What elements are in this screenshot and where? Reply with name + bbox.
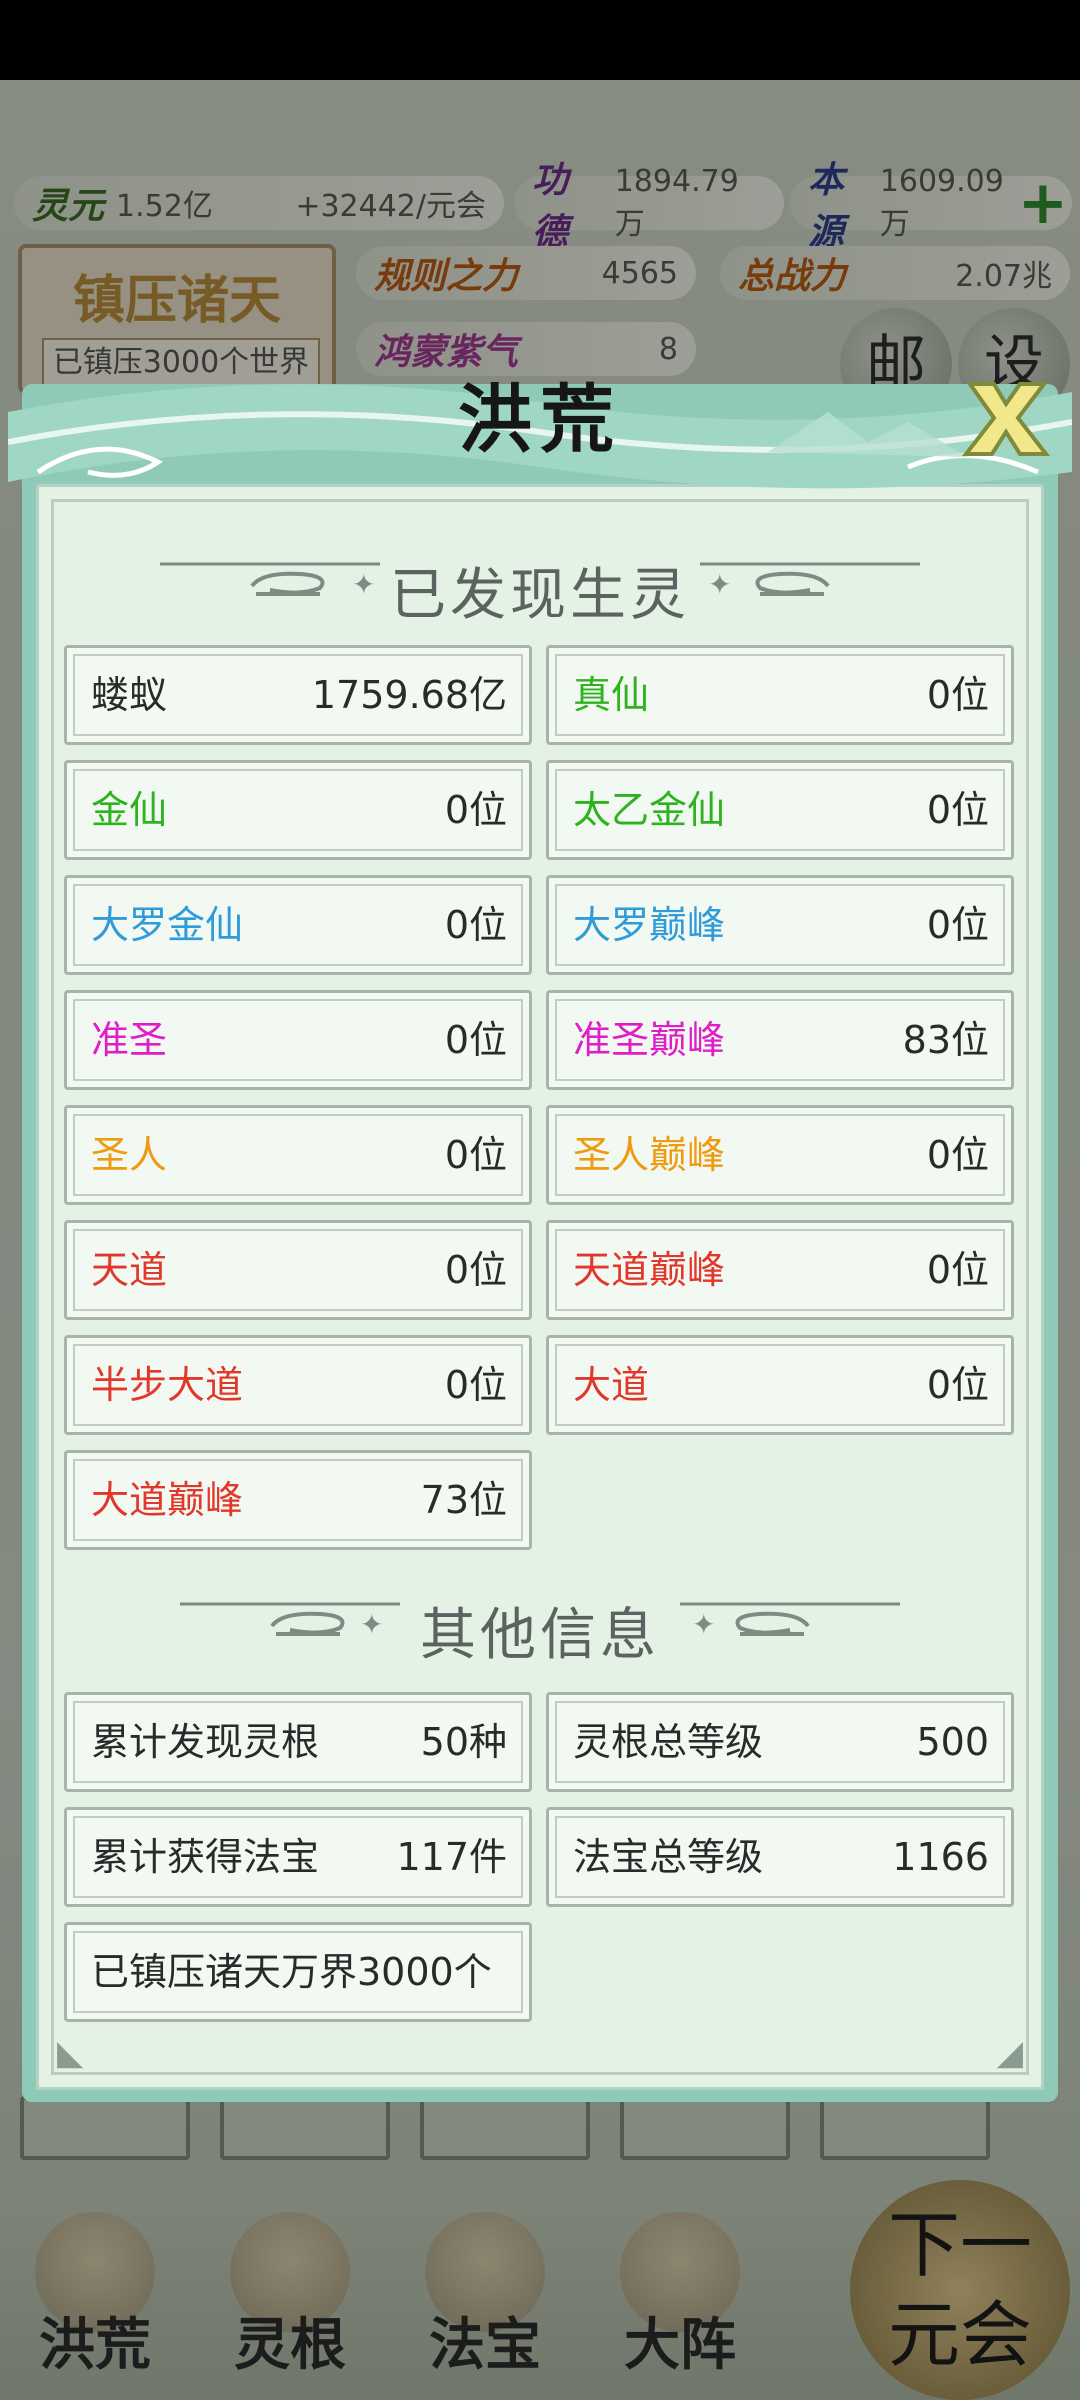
corner-ornament-icon: ◣ xyxy=(57,2033,84,2073)
info-value: 117件 xyxy=(396,1835,507,1879)
section-title-creatures: 已发现生灵 xyxy=(390,563,690,628)
creature-count: 0位 xyxy=(444,903,507,947)
creature-count: 73位 xyxy=(420,1478,507,1522)
creature-cell: 大道 0位 xyxy=(546,1335,1014,1435)
creature-cell: 半步大道 0位 xyxy=(64,1335,532,1435)
creature-count: 0位 xyxy=(926,673,989,717)
creature-name: 大罗金仙 xyxy=(91,903,244,947)
creature-name: 大罗巅峰 xyxy=(573,903,726,947)
creature-count: 0位 xyxy=(926,1363,989,1407)
creature-count: 0位 xyxy=(444,1363,507,1407)
creature-name: 蝼蚁 xyxy=(91,673,168,717)
creature-name: 天道巅峰 xyxy=(573,1248,726,1292)
creature-name: 半步大道 xyxy=(91,1363,244,1407)
creature-name: 准圣巅峰 xyxy=(573,1018,726,1062)
creature-cell: 太乙金仙 0位 xyxy=(546,760,1014,860)
creature-cell: 大道巅峰 73位 xyxy=(64,1450,532,1550)
info-name: 累计获得法宝 xyxy=(91,1835,320,1879)
info-name: 灵根总等级 xyxy=(573,1720,764,1764)
creature-cell: 蝼蚁 1759.68亿 xyxy=(64,645,532,745)
section-title-other: 其他信息 xyxy=(420,1603,660,1668)
creature-cell: 大罗巅峰 0位 xyxy=(546,875,1014,975)
creature-count: 1759.68亿 xyxy=(311,673,507,717)
creature-count: 0位 xyxy=(926,788,989,832)
info-value: 500 xyxy=(916,1720,989,1764)
status-bar xyxy=(0,0,1080,80)
info-name: 累计发现灵根 xyxy=(91,1720,320,1764)
creature-cell: 准圣巅峰 83位 xyxy=(546,990,1014,1090)
info-cell: 灵根总等级 500 xyxy=(546,1692,1014,1792)
info-name: 已镇压诸天万界3000个 xyxy=(91,1950,492,1994)
close-icon[interactable] xyxy=(958,370,1054,466)
info-cell: 累计发现灵根 50种 xyxy=(64,1692,532,1792)
creature-count: 0位 xyxy=(926,1133,989,1177)
info-name: 法宝总等级 xyxy=(573,1835,764,1879)
creature-name: 天道 xyxy=(91,1248,168,1292)
creature-count: 0位 xyxy=(926,903,989,947)
info-value: 1166 xyxy=(892,1835,989,1879)
creature-name: 准圣 xyxy=(91,1018,168,1062)
creature-cell: 真仙 0位 xyxy=(546,645,1014,745)
creature-cell: 圣人 0位 xyxy=(64,1105,532,1205)
info-value: 50种 xyxy=(420,1720,507,1764)
corner-ornament-icon: ◢ xyxy=(996,2033,1023,2073)
creature-cell: 天道 0位 xyxy=(64,1220,532,1320)
creature-count: 0位 xyxy=(444,1018,507,1062)
creature-count: 0位 xyxy=(444,788,507,832)
creature-cell: 圣人巅峰 0位 xyxy=(546,1105,1014,1205)
creature-cell: 金仙 0位 xyxy=(64,760,532,860)
creature-name: 金仙 xyxy=(91,788,168,832)
dialog-title: 洪荒 xyxy=(458,377,622,463)
creature-name: 圣人 xyxy=(91,1133,168,1177)
info-cell: 已镇压诸天万界3000个 xyxy=(64,1922,532,2022)
creature-cell: 准圣 0位 xyxy=(64,990,532,1090)
info-cell: 法宝总等级 1166 xyxy=(546,1807,1014,1907)
creature-name: 大道巅峰 xyxy=(91,1478,244,1522)
info-cell: 累计获得法宝 117件 xyxy=(64,1807,532,1907)
creature-name: 圣人巅峰 xyxy=(573,1133,726,1177)
creature-name: 真仙 xyxy=(573,673,650,717)
creature-count: 0位 xyxy=(926,1248,989,1292)
creature-count: 0位 xyxy=(444,1248,507,1292)
creature-name: 太乙金仙 xyxy=(573,788,726,832)
creature-count: 83位 xyxy=(902,1018,989,1062)
creature-count: 0位 xyxy=(444,1133,507,1177)
creature-name: 大道 xyxy=(573,1363,650,1407)
creature-cell: 天道巅峰 0位 xyxy=(546,1220,1014,1320)
creature-cell: 大罗金仙 0位 xyxy=(64,875,532,975)
